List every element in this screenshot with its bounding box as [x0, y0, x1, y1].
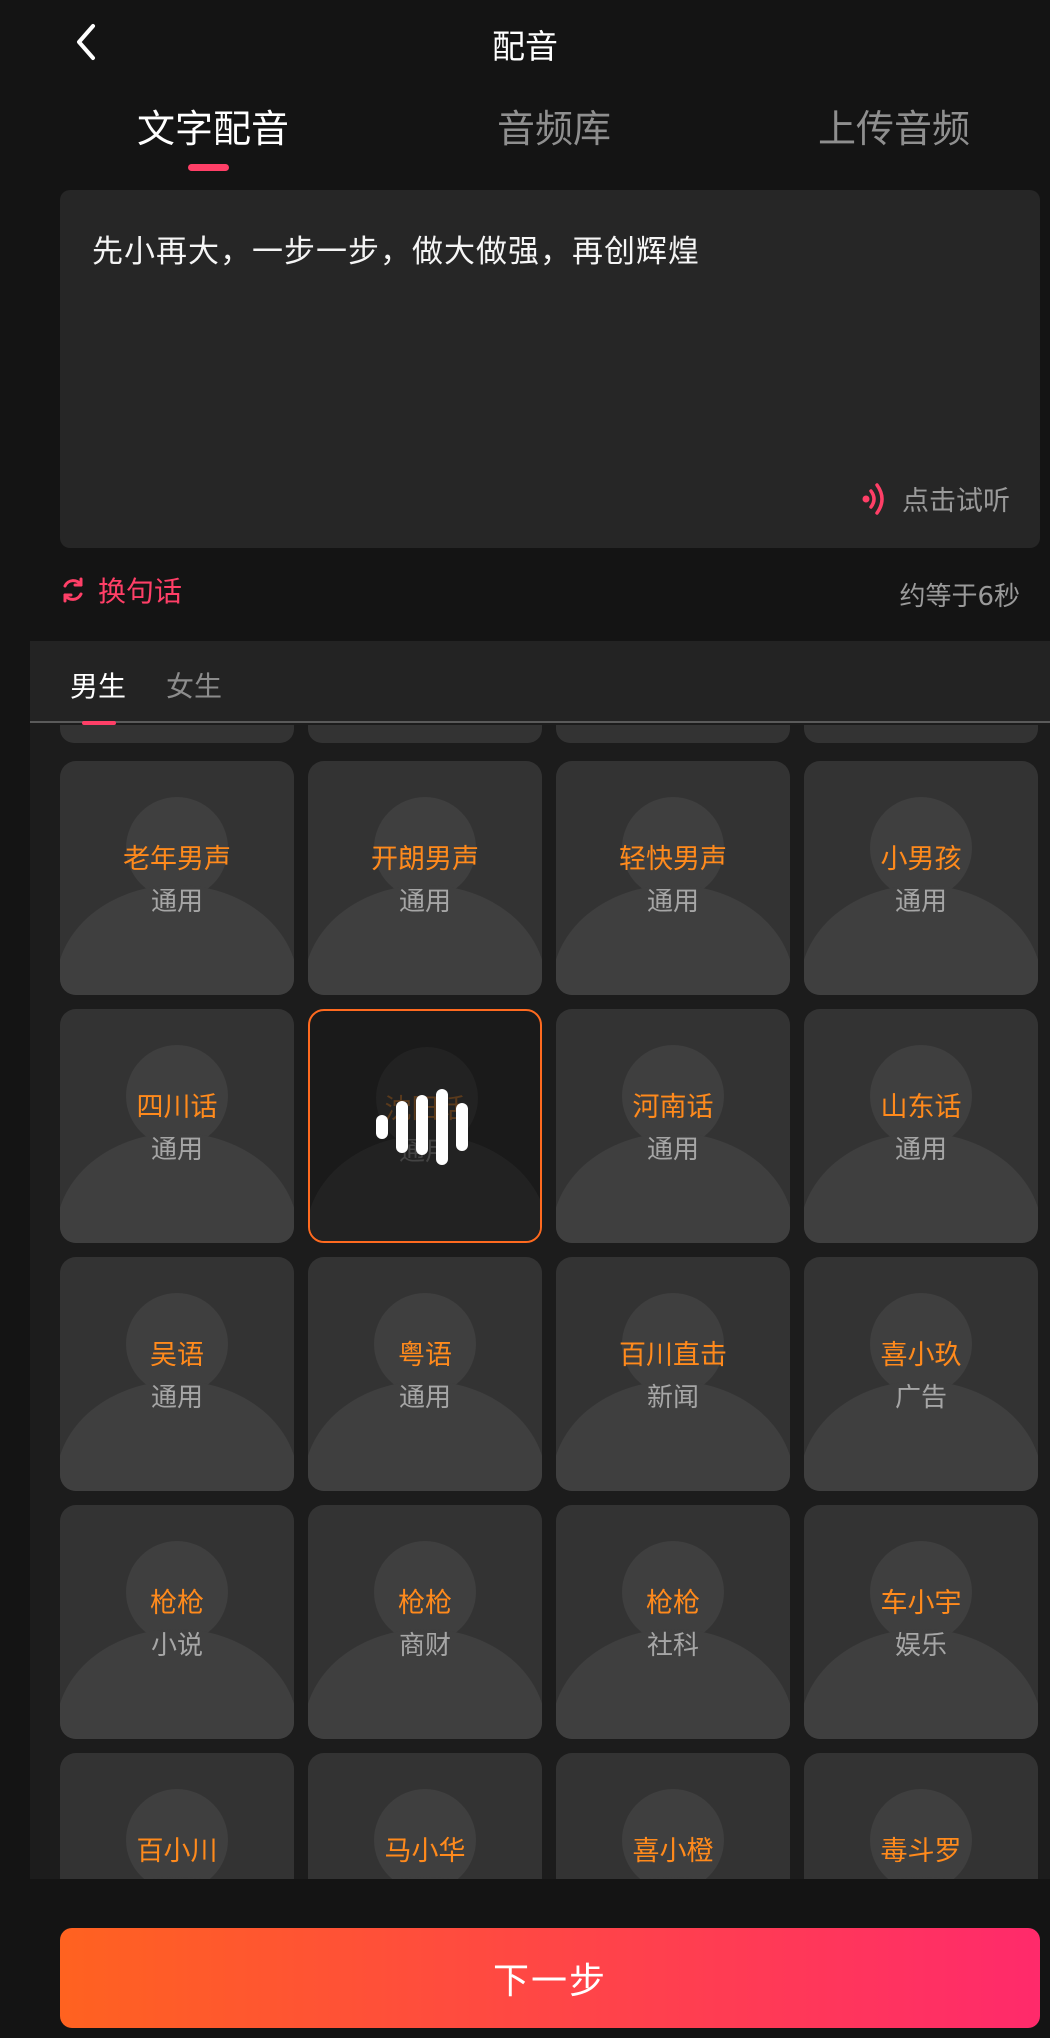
voice-card-selected[interactable]: 沈阳话 通用 — [308, 1009, 542, 1243]
voice-category: 商财 — [398, 1631, 451, 1661]
voice-card[interactable]: 马小华 — [308, 1753, 542, 1879]
voice-card-partial[interactable] — [556, 725, 790, 743]
voice-card[interactable]: 吴语 通用 — [60, 1257, 294, 1491]
next-step-button[interactable]: 下一步 — [60, 1928, 1040, 2028]
voice-card[interactable]: 百川直击 新闻 — [556, 1257, 790, 1491]
voice-name: 枪枪 — [398, 1588, 452, 1619]
voice-card[interactable]: 百小川 — [60, 1753, 294, 1879]
voice-category: 通用 — [150, 1383, 203, 1413]
tab-audio-library[interactable]: 音频库 — [497, 98, 611, 153]
voice-name: 开朗男声 — [371, 844, 479, 875]
voice-card[interactable]: 粤语 通用 — [308, 1257, 542, 1491]
voice-name: 喜小玖 — [880, 1340, 962, 1371]
voice-category: 广告 — [894, 1383, 947, 1413]
preview-label: 点击试听 — [902, 486, 1010, 517]
voice-name: 轻快男声 — [619, 844, 727, 875]
dubbing-text[interactable]: 先小再大，一步一步，做大做强，再创辉煌 — [92, 226, 700, 271]
next-step-label: 下一步 — [492, 1961, 607, 2002]
voice-category: 新闻 — [646, 1383, 699, 1413]
voice-card[interactable]: 山东话 通用 — [804, 1009, 1038, 1243]
voice-name: 河南话 — [632, 1092, 714, 1123]
voice-name: 百川直击 — [619, 1340, 727, 1371]
voice-card[interactable]: 开朗男声 通用 — [308, 761, 542, 995]
voice-name: 喜小橙 — [632, 1836, 714, 1867]
voice-card[interactable]: 枪枪 社科 — [556, 1505, 790, 1739]
playing-waveform-icon — [376, 1089, 468, 1165]
tab-male[interactable]: 男生 — [70, 665, 126, 705]
voice-name: 枪枪 — [646, 1588, 700, 1619]
text-input-panel[interactable]: 先小再大，一步一步，做大做强，再创辉煌 点击试听 — [60, 190, 1040, 548]
voice-name: 车小宇 — [880, 1588, 962, 1619]
voice-category: 通用 — [398, 887, 451, 917]
voice-name: 山东话 — [880, 1092, 962, 1123]
voice-name: 四川话 — [136, 1092, 218, 1123]
tab-active-indicator — [188, 164, 229, 171]
voice-card[interactable]: 喜小橙 — [556, 1753, 790, 1879]
voice-name: 毒斗罗 — [880, 1836, 962, 1867]
voice-name: 小男孩 — [880, 844, 962, 875]
voice-category: 通用 — [646, 887, 699, 917]
voice-category: 通用 — [398, 1383, 451, 1413]
voice-card[interactable]: 四川话 通用 — [60, 1009, 294, 1243]
voice-card-partial[interactable] — [308, 725, 542, 743]
voice-card[interactable]: 喜小玖 广告 — [804, 1257, 1038, 1491]
voice-card[interactable]: 小男孩 通用 — [804, 761, 1038, 995]
voice-category: 通用 — [646, 1135, 699, 1165]
swap-sentence-button[interactable]: 换句话 — [60, 570, 182, 610]
voice-card[interactable]: 枪枪 商财 — [308, 1505, 542, 1739]
voice-category: 通用 — [150, 887, 203, 917]
main-tabs: 文字配音 音频库 上传音频 — [0, 92, 1050, 172]
voice-name: 吴语 — [150, 1340, 204, 1371]
voice-category: 小说 — [150, 1631, 203, 1661]
page-title: 配音 — [492, 27, 558, 66]
voice-category: 社科 — [646, 1631, 699, 1661]
refresh-icon — [63, 577, 83, 603]
voice-card[interactable]: 轻快男声 通用 — [556, 761, 790, 995]
voice-name: 老年男声 — [123, 844, 231, 875]
duration-estimate: 约等于6秒 — [899, 582, 1020, 612]
voice-name: 百小川 — [136, 1836, 218, 1867]
voice-grid: 老年男声 通用 开朗男声 通用 轻快男声 通用 小男孩 通用 四川话 通用 沈阳… — [30, 725, 1050, 1879]
voice-category: 通用 — [150, 1135, 203, 1165]
preview-button[interactable]: 点击试听 — [860, 479, 1010, 518]
voice-name: 枪枪 — [150, 1588, 204, 1619]
voice-card-partial[interactable] — [804, 725, 1038, 743]
tab-female[interactable]: 女生 — [166, 665, 222, 705]
voice-category: 通用 — [894, 887, 947, 917]
tab-text-dubbing[interactable]: 文字配音 — [137, 98, 289, 153]
voice-card[interactable]: 枪枪 小说 — [60, 1505, 294, 1739]
voice-category: 娱乐 — [894, 1631, 947, 1661]
top-bar: 配音 — [0, 0, 1050, 86]
gender-tabs: 男生 女生 — [30, 641, 1050, 725]
voice-selection-panel: 男生 女生 老年男声 通用 开朗男声 通用 轻快男声 通用 小男孩 通用 四川话… — [30, 641, 1050, 1879]
voice-name: 马小华 — [384, 1836, 466, 1867]
voice-name: 粤语 — [398, 1340, 452, 1371]
voice-card-partial[interactable] — [60, 725, 294, 743]
sound-wave-icon — [862, 482, 884, 515]
swap-row: 换句话 约等于6秒 — [60, 570, 1020, 614]
voice-card[interactable]: 车小宇 娱乐 — [804, 1505, 1038, 1739]
voice-card[interactable]: 毒斗罗 — [804, 1753, 1038, 1879]
voice-card[interactable]: 老年男声 通用 — [60, 761, 294, 995]
swap-sentence-label: 换句话 — [98, 575, 183, 608]
tab-upload-audio[interactable]: 上传音频 — [818, 98, 970, 153]
voice-category: 通用 — [894, 1135, 947, 1165]
voice-card[interactable]: 河南话 通用 — [556, 1009, 790, 1243]
